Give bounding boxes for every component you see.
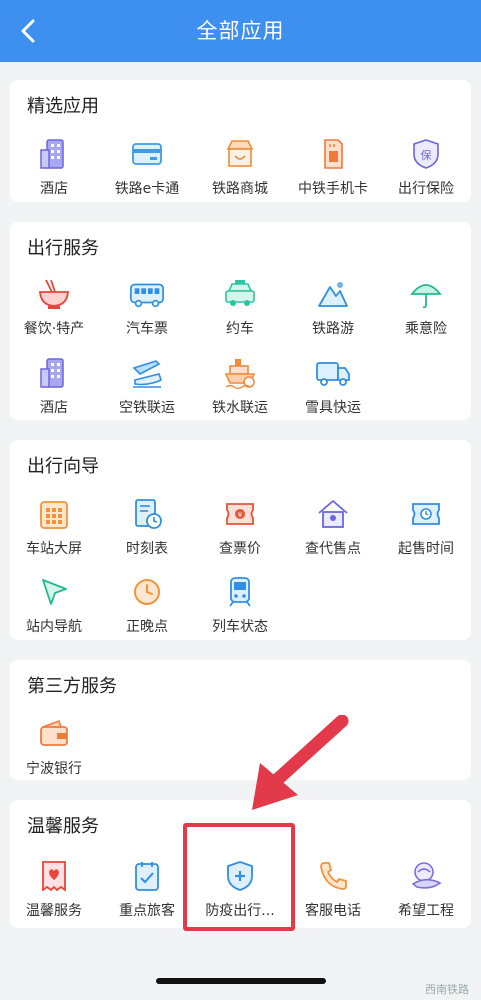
ship-icon [222,355,258,391]
app-item[interactable]: 铁路游 [287,276,379,346]
app-item[interactable]: 重点旅客 [101,858,193,928]
ticket-price-icon: ¥ [222,496,258,532]
app-label: 铁路游 [312,321,354,337]
section-travel-services: 出行服务 餐饮·特产 汽车票 约车 铁路游 乘意险 酒店 空铁联运 铁水联运 雪… [10,222,471,420]
app-label: 空铁联运 [119,400,175,416]
app-label: 车站大屏 [26,541,82,557]
app-item[interactable]: 保 出行保险 [380,136,472,206]
app-label: 雪具快运 [305,400,361,416]
clock-icon [129,574,165,610]
app-item[interactable]: 列车状态 [194,574,286,644]
bus-icon [129,276,165,312]
mountain-icon [315,276,351,312]
svg-text:¥: ¥ [238,511,243,519]
app-item[interactable]: 汽车票 [101,276,193,346]
app-item[interactable]: 雪具快运 [287,355,379,425]
sim-card-icon [315,136,351,172]
train-icon [222,574,258,610]
app-item[interactable]: 空铁联运 [101,355,193,425]
app-label: 餐饮·特产 [23,321,85,337]
section-title: 第三方服务 [27,676,117,697]
app-item[interactable]: ¥ 查票价 [194,496,286,566]
svg-text:保: 保 [421,148,432,162]
timetable-icon [129,496,165,532]
app-item[interactable]: 酒店 [8,136,100,206]
app-item[interactable]: 乘意险 [380,276,472,346]
page-title: 全部应用 [196,19,285,43]
app-label: 中铁手机卡 [298,181,368,197]
truck-icon [315,355,351,391]
insurance-shield-icon: 保 [408,136,444,172]
navigation-arrow-icon [36,574,72,610]
app-label: 查代售点 [305,541,361,557]
app-item[interactable]: 餐饮·特产 [8,276,100,346]
app-label: 温馨服务 [26,903,82,919]
app-label: 铁水联运 [212,400,268,416]
app-item[interactable]: 温馨服务 [8,858,100,928]
app-label: 约车 [226,321,254,337]
app-item[interactable]: 约车 [194,276,286,346]
section-title: 出行向导 [27,456,99,477]
app-item[interactable]: 起售时间 [380,496,472,566]
app-label: 酒店 [40,181,68,197]
umbrella-icon [408,276,444,312]
heart-ticket-icon [36,858,72,894]
app-item[interactable]: 正晚点 [101,574,193,644]
home-indicator [156,978,326,984]
app-label: 重点旅客 [119,903,175,919]
card-icon [129,136,165,172]
section-title: 温馨服务 [27,816,99,837]
app-item[interactable]: 客服电话 [287,858,379,928]
watermark: 西南铁路 [425,983,469,996]
highlight-box [183,823,295,931]
app-label: 查票价 [219,541,261,557]
app-label: 出行保险 [398,181,454,197]
plane-train-icon [129,355,165,391]
hope-logo-icon [408,858,444,894]
app-label: 宁波银行 [26,761,82,777]
hotel-building-icon [36,136,72,172]
app-item[interactable]: 希望工程 [380,858,472,928]
house-icon [315,496,351,532]
app-item[interactable]: 时刻表 [101,496,193,566]
section-title: 出行服务 [27,238,99,259]
ticket-clock-icon [408,496,444,532]
app-item[interactable]: 车站大屏 [8,496,100,566]
app-label: 列车状态 [212,619,268,635]
hotel-building-icon [36,355,72,391]
noodle-bowl-icon [36,276,72,312]
app-label: 铁路e卡通 [114,181,180,197]
app-label: 时刻表 [126,541,168,557]
taxi-icon [222,276,258,312]
section-travel-guide: 出行向导 车站大屏 时刻表 ¥ 查票价 查代售点 起售时间 站内导航 正晚点 列… [10,440,471,640]
red-arrow-icon [252,715,349,810]
section-title: 精选应用 [27,96,99,117]
app-item[interactable]: 铁路商城 [194,136,286,206]
calendar-board-icon [36,496,72,532]
app-item[interactable]: 站内导航 [8,574,100,644]
app-label: 起售时间 [398,541,454,557]
app-label: 站内导航 [26,619,82,635]
app-label: 铁路商城 [212,181,268,197]
app-item[interactable]: 宁波银行 [8,716,100,786]
shop-icon [222,136,258,172]
app-item[interactable]: 查代售点 [287,496,379,566]
header: 全部应用 [0,0,481,62]
checklist-icon [129,858,165,894]
app-item[interactable]: 酒店 [8,355,100,425]
app-label: 正晚点 [126,619,168,635]
app-label: 汽车票 [126,321,168,337]
app-label: 乘意险 [405,321,447,337]
app-item[interactable]: 铁路e卡通 [101,136,193,206]
section-featured-apps: 精选应用 酒店 铁路e卡通 铁路商城 中铁手机卡 保 出行保险 [10,80,471,202]
app-item[interactable]: 中铁手机卡 [287,136,379,206]
phone-icon [315,858,351,894]
app-item[interactable]: 铁水联运 [194,355,286,425]
app-label: 客服电话 [305,903,361,919]
wallet-icon [36,716,72,752]
app-label: 希望工程 [398,903,454,919]
app-label: 酒店 [40,400,68,416]
